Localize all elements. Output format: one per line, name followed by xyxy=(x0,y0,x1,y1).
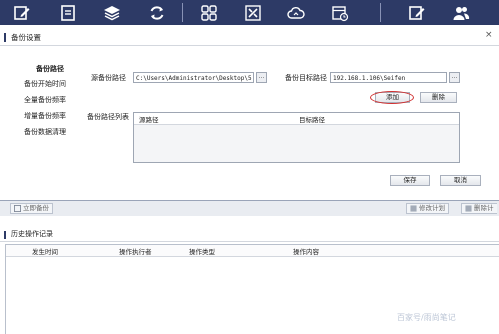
layers-icon[interactable] xyxy=(102,3,122,22)
toolbar-divider xyxy=(182,3,183,22)
path-list-label: 备份路径列表 xyxy=(87,113,129,121)
source-path-input[interactable]: C:\Users\Administrator\Desktop\5 xyxy=(133,72,254,83)
users-icon[interactable] xyxy=(451,3,471,22)
target-path-input[interactable]: 192.168.1.106\Seifen xyxy=(330,72,447,83)
history-title: 历史操作记录 xyxy=(11,230,53,238)
source-browse-button[interactable]: ... xyxy=(256,72,267,83)
delete-plan-button[interactable]: 删除计 xyxy=(461,203,497,214)
nav-incremental-backup-frequency[interactable]: 增量备份频率 xyxy=(24,111,66,121)
watermark: 百家号/雨尚笔记 xyxy=(397,313,456,322)
delete-button[interactable]: 删除 xyxy=(420,92,457,103)
sync-icon[interactable] xyxy=(147,3,167,22)
main-toolbar xyxy=(0,0,499,25)
title-accent xyxy=(4,33,6,42)
trash-icon xyxy=(465,205,472,212)
nav-backup-path[interactable]: 备份路径 xyxy=(36,64,64,74)
modules-icon[interactable] xyxy=(199,3,219,22)
dialog-title: 备份设置 xyxy=(11,33,41,42)
dialog-header: 备份设置 × xyxy=(0,27,499,46)
backup-actions-bar: 立即备份 修改计划 删除计 xyxy=(0,201,499,216)
edit-icon xyxy=(410,205,417,212)
backup-now-label: 立即备份 xyxy=(23,204,49,212)
path-list-header: 源路径 目标路径 xyxy=(134,113,459,125)
history-accent xyxy=(4,231,6,239)
nav-full-backup-frequency[interactable]: 全量备份频率 xyxy=(24,95,66,105)
column-time: 发生时间 xyxy=(32,248,58,256)
cloud-icon[interactable] xyxy=(286,3,306,22)
highlight-circle xyxy=(370,91,414,104)
column-operation-content: 操作内容 xyxy=(293,248,319,256)
delete-plan-label: 删除计 xyxy=(474,204,494,212)
toolbar-divider xyxy=(380,3,381,22)
path-list[interactable]: 源路径 目标路径 xyxy=(133,112,460,163)
history-table-header: 发生时间 操作执行者 操作类型 操作内容 xyxy=(6,245,499,257)
nav-backup-data-cleanup[interactable]: 备份数据清理 xyxy=(24,127,66,137)
cancel-button[interactable]: 取消 xyxy=(440,175,481,186)
document-icon[interactable] xyxy=(58,3,78,22)
tools-icon[interactable] xyxy=(243,3,263,22)
history-header xyxy=(0,227,499,242)
edit-icon[interactable] xyxy=(12,3,32,22)
close-icon[interactable]: × xyxy=(485,30,493,40)
edit-plan-button[interactable]: 修改计划 xyxy=(406,203,449,214)
column-operator: 操作执行者 xyxy=(119,248,152,256)
edit-plan-label: 修改计划 xyxy=(419,204,445,212)
save-button[interactable]: 保存 xyxy=(390,175,430,186)
column-target-path: 目标路径 xyxy=(299,116,325,124)
nav-backup-start-time[interactable]: 备份开始时间 xyxy=(24,79,66,89)
schedule-icon[interactable] xyxy=(330,3,350,22)
edit-icon[interactable] xyxy=(407,3,427,22)
source-path-label: 源备份路径 xyxy=(91,74,126,82)
column-source-path: 源路径 xyxy=(139,116,159,124)
target-path-label: 备份目标路径 xyxy=(285,74,327,82)
backup-now-button[interactable]: 立即备份 xyxy=(10,203,53,214)
target-browse-button[interactable]: ... xyxy=(449,72,460,83)
backup-icon xyxy=(14,205,21,212)
column-operation-type: 操作类型 xyxy=(189,248,215,256)
